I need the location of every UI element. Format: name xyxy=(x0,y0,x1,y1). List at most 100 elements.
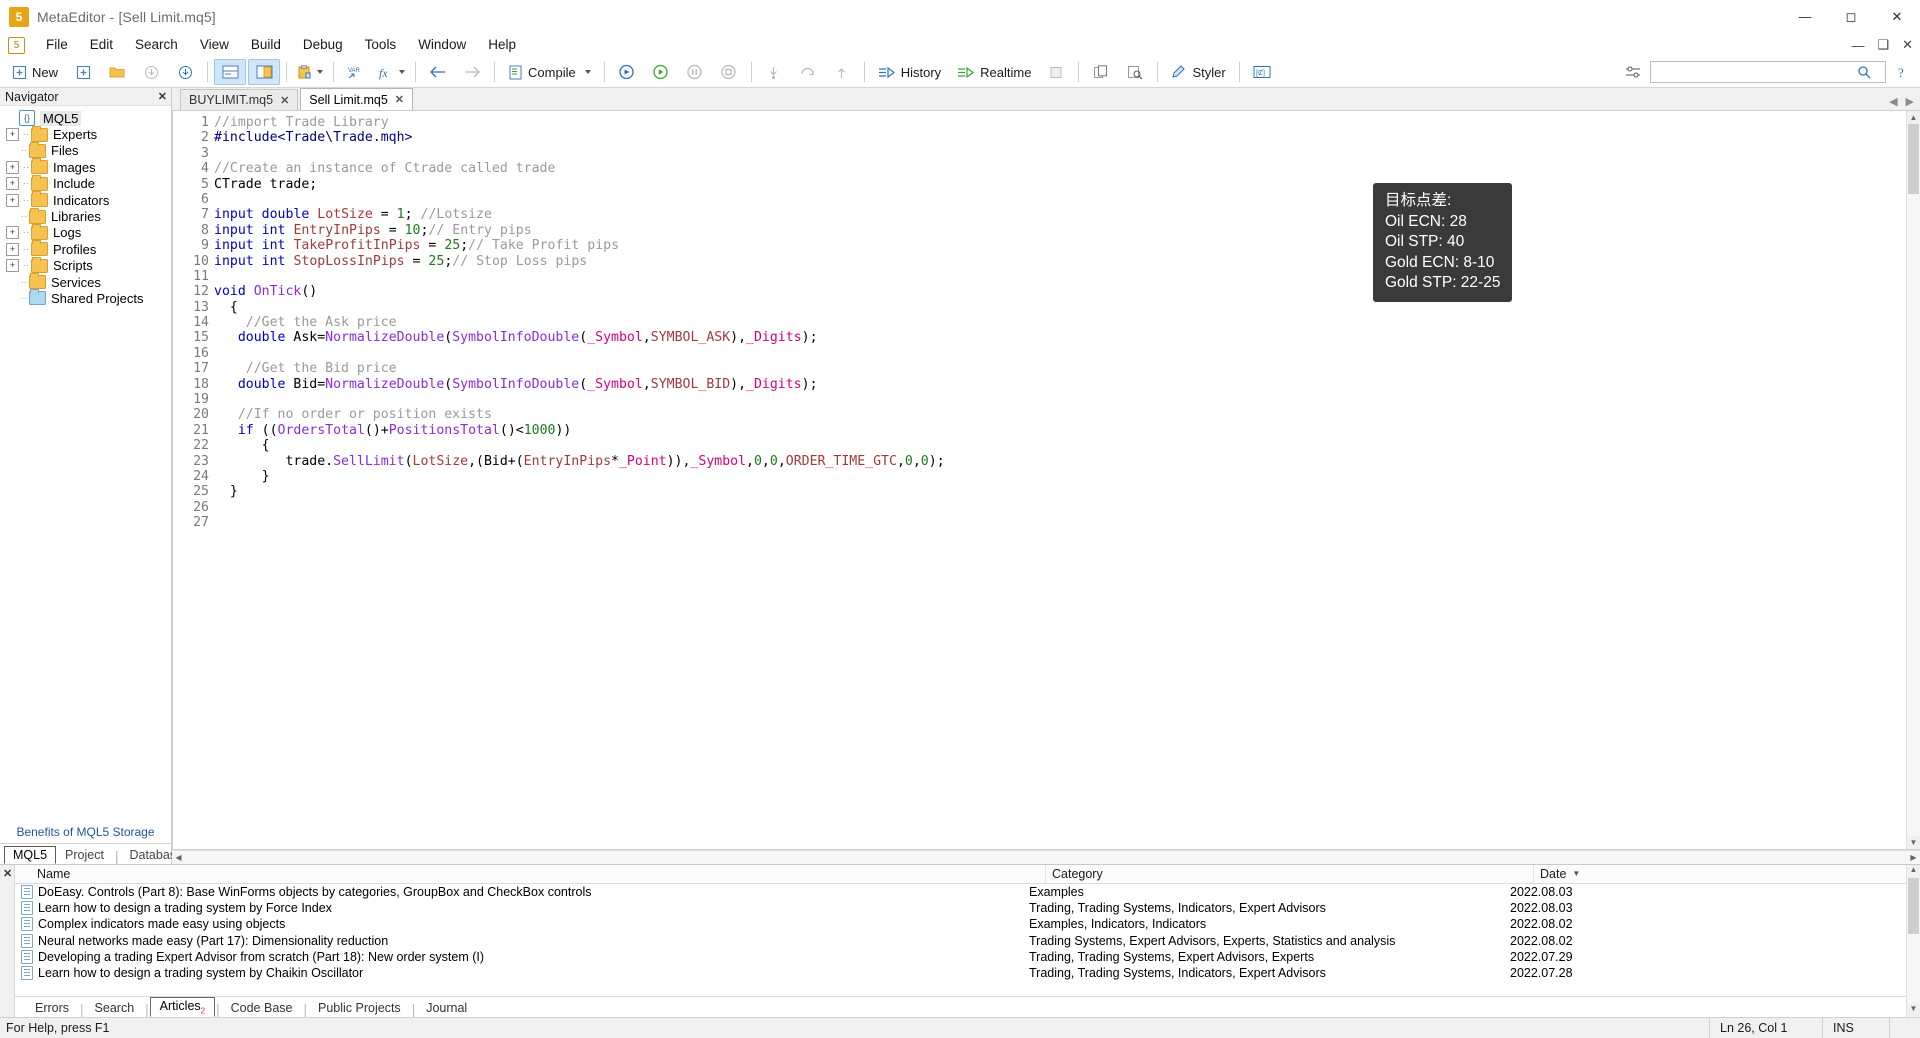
table-row[interactable]: Learn how to design a trading system by … xyxy=(15,900,1906,916)
code-line[interactable]: 5CTrade trade; xyxy=(183,177,1920,192)
tab-scroll-right-icon[interactable]: ▶ xyxy=(1906,95,1914,108)
scroll-up-icon[interactable]: ▲ xyxy=(1907,865,1920,878)
code-line[interactable]: 24 } xyxy=(183,469,1920,484)
code-line[interactable]: 25 } xyxy=(183,484,1920,499)
expand-icon[interactable]: + xyxy=(6,161,19,174)
step-over-button[interactable] xyxy=(792,59,824,85)
status-resize-grip[interactable] xyxy=(1889,1018,1920,1038)
scroll-up-icon[interactable]: ▲ xyxy=(1907,111,1920,124)
menu-help[interactable]: Help xyxy=(477,34,527,56)
search-icon[interactable] xyxy=(1857,65,1871,79)
expand-icon[interactable]: + xyxy=(6,226,19,239)
code-line[interactable]: 20 //If no order or position exists xyxy=(183,407,1920,422)
tab-scroll-left-icon[interactable]: ◀ xyxy=(1889,95,1897,108)
editor-vertical-scrollbar[interactable]: ▲ ▼ xyxy=(1906,111,1920,849)
toolbox-close-icon[interactable]: ✕ xyxy=(3,867,12,880)
code-line[interactable]: 7input double LotSize = 1; //Lotsize xyxy=(183,207,1920,222)
mdi-restore-icon[interactable]: ❑ xyxy=(1874,37,1892,53)
menu-tools[interactable]: Tools xyxy=(354,34,408,56)
close-icon[interactable]: ✕ xyxy=(395,93,404,106)
code-line[interactable]: 26 xyxy=(183,500,1920,515)
menu-search[interactable]: Search xyxy=(124,34,189,56)
table-row[interactable]: Developing a trading Expert Advisor from… xyxy=(15,949,1906,965)
expand-icon[interactable]: + xyxy=(6,259,19,272)
code-line[interactable]: 2#include<Trade\Trade.mqh> xyxy=(183,130,1920,145)
debug-stop-button[interactable] xyxy=(713,59,745,85)
menu-edit[interactable]: Edit xyxy=(79,34,124,56)
paste-button[interactable] xyxy=(293,59,327,85)
code-editor[interactable]: 1//import Trade Library2#include<Trade\T… xyxy=(172,110,1920,850)
editor-horizontal-scrollbar[interactable]: ◀ ▶ xyxy=(172,850,1920,864)
chevron-down-icon[interactable] xyxy=(399,70,405,74)
add-button[interactable] xyxy=(67,59,99,85)
tree-root-mql5[interactable]: {} MQL5 xyxy=(0,110,171,126)
find-in-files-button[interactable] xyxy=(1119,59,1151,85)
code-line[interactable]: 22 { xyxy=(183,438,1920,453)
mdi-close-icon[interactable]: ✕ xyxy=(1899,37,1916,53)
code-line[interactable]: 15 double Ask=NormalizeDouble(SymbolInfo… xyxy=(183,330,1920,345)
code-line[interactable]: 16 xyxy=(183,346,1920,361)
code-line[interactable]: 10input int StopLossInPips = 25;// Stop … xyxy=(183,254,1920,269)
menu-build[interactable]: Build xyxy=(240,34,292,56)
compile-button[interactable]: Compile xyxy=(501,59,598,85)
search-input[interactable] xyxy=(1653,64,1857,80)
table-row[interactable]: Neural networks made easy (Part 17): Dim… xyxy=(15,933,1906,949)
profiler-toggle-button[interactable] xyxy=(1040,59,1072,85)
minimize-icon[interactable]: — xyxy=(1782,0,1828,33)
debug-start-button[interactable] xyxy=(645,59,677,85)
code-line[interactable]: 14 //Get the Ask price xyxy=(183,315,1920,330)
save-button[interactable] xyxy=(135,59,167,85)
code-line[interactable]: 27 xyxy=(183,515,1920,530)
scrollbar-thumb[interactable] xyxy=(1908,124,1919,194)
styler-button[interactable]: Styler xyxy=(1164,59,1232,85)
toggle-panel-button[interactable] xyxy=(214,59,246,85)
realtime-button[interactable]: Realtime xyxy=(950,59,1038,85)
code-line[interactable]: 8input int EntryInPips = 10;// Entry pip… xyxy=(183,223,1920,238)
sidebar-item-images[interactable]: +··Images xyxy=(0,159,171,175)
code-lines[interactable]: 1//import Trade Library2#include<Trade\T… xyxy=(183,111,1920,849)
toolbox-tab-errors[interactable]: Errors xyxy=(25,999,79,1017)
sidebar-item-libraries[interactable]: ··Libraries xyxy=(0,208,171,224)
code-line[interactable]: 6 xyxy=(183,192,1920,207)
mql5-storage-link[interactable]: Benefits of MQL5 Storage xyxy=(0,825,171,843)
toolbox-tab-public-projects[interactable]: Public Projects xyxy=(308,999,411,1017)
maximize-icon[interactable]: ◻ xyxy=(1828,0,1874,33)
help-button[interactable]: ? xyxy=(1887,59,1919,85)
search-options-button[interactable] xyxy=(1617,59,1649,85)
function-button[interactable]: fx xyxy=(374,59,409,85)
toolbox-table-body[interactable]: DoEasy. Controls (Part 8): Base WinForms… xyxy=(15,884,1906,996)
code-line[interactable]: 12void OnTick() xyxy=(183,284,1920,299)
menu-view[interactable]: View xyxy=(189,34,240,56)
step-into-button[interactable] xyxy=(758,59,790,85)
table-row[interactable]: Complex indicators made easy using objec… xyxy=(15,916,1906,932)
scroll-down-icon[interactable]: ▼ xyxy=(1907,1004,1920,1017)
history-button[interactable]: History xyxy=(871,59,948,85)
sidebar-item-profiles[interactable]: +··Profiles xyxy=(0,241,171,257)
nav-tab-mql5[interactable]: MQL5 xyxy=(4,846,56,864)
code-line[interactable]: 11 xyxy=(183,269,1920,284)
chevron-down-icon[interactable] xyxy=(585,70,591,74)
code-line[interactable]: 3 xyxy=(183,146,1920,161)
toggle-navigator-button[interactable] xyxy=(248,59,280,85)
close-icon[interactable]: ✕ xyxy=(280,94,289,107)
menu-window[interactable]: Window xyxy=(407,34,477,56)
sidebar-item-services[interactable]: ··Services xyxy=(0,274,171,290)
code-line[interactable]: 18 double Bid=NormalizeDouble(SymbolInfo… xyxy=(183,377,1920,392)
column-header-category[interactable]: Category xyxy=(1046,865,1534,883)
code-line[interactable]: 19 xyxy=(183,392,1920,407)
code-line[interactable]: 1//import Trade Library xyxy=(183,115,1920,130)
scroll-right-icon[interactable]: ▶ xyxy=(1907,853,1920,862)
toolbox-tab-journal[interactable]: Journal xyxy=(416,999,477,1017)
menu-file[interactable]: File xyxy=(35,34,79,56)
toolbox-tab-code-base[interactable]: Code Base xyxy=(221,999,303,1017)
expand-icon[interactable]: + xyxy=(6,243,19,256)
debug-restart-button[interactable] xyxy=(611,59,643,85)
code-line[interactable]: 17 //Get the Bid price xyxy=(183,361,1920,376)
sidebar-item-files[interactable]: ··Files xyxy=(0,143,171,159)
menu-debug[interactable]: Debug xyxy=(292,34,354,56)
navigator-close-icon[interactable]: ✕ xyxy=(158,90,167,103)
step-out-button[interactable] xyxy=(826,59,858,85)
code-line[interactable]: 4//Create an instance of Ctrade called t… xyxy=(183,161,1920,176)
sidebar-item-indicators[interactable]: +··Indicators xyxy=(0,192,171,208)
search-input-wrapper[interactable] xyxy=(1650,61,1886,83)
